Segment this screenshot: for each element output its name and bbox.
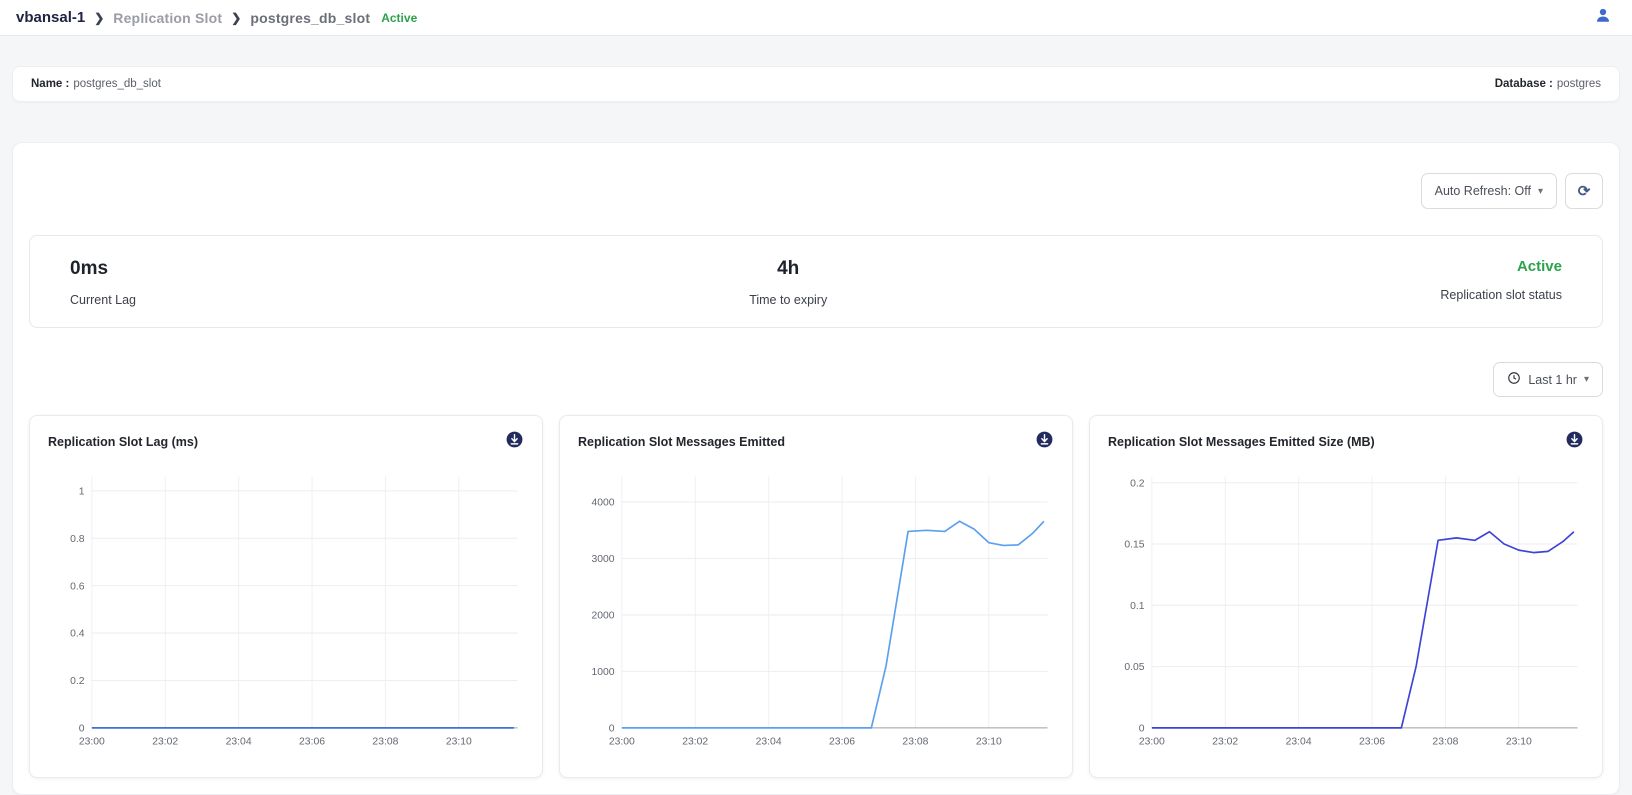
slot-info-bar: Name : postgres_db_slot Database : postgre… xyxy=(12,66,1620,102)
chart-card-messages: Replication Slot Messages Emitted 23:002… xyxy=(559,415,1073,778)
svg-text:23:06: 23:06 xyxy=(1359,736,1385,747)
svg-text:1: 1 xyxy=(79,486,85,497)
svg-text:23:10: 23:10 xyxy=(976,736,1002,747)
stat-value: Active xyxy=(1517,258,1562,275)
svg-text:0.6: 0.6 xyxy=(70,581,85,592)
top-bar: vbansal-1 ❯ Replication Slot ❯ postgres_… xyxy=(0,0,1632,36)
svg-text:0.8: 0.8 xyxy=(70,534,85,545)
svg-text:23:08: 23:08 xyxy=(902,736,928,747)
svg-text:23:10: 23:10 xyxy=(446,736,472,747)
metric-circle-icon[interactable] xyxy=(505,430,524,454)
stat-label: Replication slot status xyxy=(1440,288,1562,302)
svg-text:1000: 1000 xyxy=(591,667,614,678)
breadcrumb-replication-slot[interactable]: Replication Slot xyxy=(113,10,222,26)
svg-text:2000: 2000 xyxy=(591,611,614,622)
caret-down-icon: ▾ xyxy=(1538,186,1543,197)
stat-slot-status: Active Replication slot status xyxy=(1440,258,1562,307)
svg-text:23:06: 23:06 xyxy=(299,736,325,747)
refresh-controls: Auto Refresh: Off ▾ ⟳ xyxy=(29,173,1603,209)
svg-text:3000: 3000 xyxy=(591,554,614,565)
svg-text:23:04: 23:04 xyxy=(226,736,252,747)
chevron-right-icon: ❯ xyxy=(94,11,104,25)
stat-label: Time to expiry xyxy=(749,293,827,307)
metrics-panel: Auto Refresh: Off ▾ ⟳ 0ms Current Lag 4h… xyxy=(12,142,1620,795)
svg-text:0.2: 0.2 xyxy=(1130,478,1145,489)
svg-text:23:02: 23:02 xyxy=(152,736,178,747)
svg-text:23:00: 23:00 xyxy=(79,736,105,747)
svg-text:0.2: 0.2 xyxy=(70,676,85,687)
chevron-right-icon: ❯ xyxy=(231,11,241,25)
svg-text:23:08: 23:08 xyxy=(372,736,398,747)
svg-text:23:06: 23:06 xyxy=(829,736,855,747)
svg-text:23:08: 23:08 xyxy=(1432,736,1458,747)
metric-circle-icon[interactable] xyxy=(1035,430,1054,454)
svg-text:0.15: 0.15 xyxy=(1124,540,1144,551)
breadcrumb: vbansal-1 ❯ Replication Slot ❯ postgres_… xyxy=(16,9,417,26)
slot-name-label: Name : xyxy=(31,78,69,90)
svg-text:0.4: 0.4 xyxy=(70,629,85,640)
stat-current-lag: 0ms Current Lag xyxy=(70,258,136,307)
svg-text:23:00: 23:00 xyxy=(609,736,635,747)
stat-value: 0ms xyxy=(70,258,136,280)
svg-text:23:00: 23:00 xyxy=(1139,736,1165,747)
auto-refresh-label: Auto Refresh: Off xyxy=(1435,184,1531,198)
lag-chart: 23:00 23:02 23:04 23:06 23:08 23:10 0 0.2 0.4 0.6… xyxy=(42,460,530,763)
status-badge: Active xyxy=(381,11,417,25)
refresh-icon: ⟳ xyxy=(1578,182,1591,200)
charts-grid: Replication Slot Lag (ms) 23:0023:0223:0… xyxy=(29,415,1603,778)
user-icon xyxy=(1594,6,1612,29)
slot-name-value: postgres_db_slot xyxy=(73,78,161,90)
breadcrumb-universe[interactable]: vbansal-1 xyxy=(16,9,85,26)
metric-circle-icon[interactable] xyxy=(1565,430,1584,454)
chart-title: Replication Slot Messages Emitted Size (… xyxy=(1108,435,1375,449)
chart-title: Replication Slot Lag (ms) xyxy=(48,435,198,449)
svg-text:0: 0 xyxy=(79,724,85,735)
slot-name: Name : postgres_db_slot xyxy=(31,78,161,90)
svg-text:23:04: 23:04 xyxy=(756,736,782,747)
svg-text:23:02: 23:02 xyxy=(682,736,708,747)
stat-label: Current Lag xyxy=(70,293,136,307)
svg-text:23:10: 23:10 xyxy=(1506,736,1532,747)
chart-card-lag: Replication Slot Lag (ms) 23:0023:0223:0… xyxy=(29,415,543,778)
time-range-row: Last 1 hr ▾ xyxy=(29,362,1603,397)
slot-database-label: Database : xyxy=(1495,78,1553,90)
svg-text:4000: 4000 xyxy=(591,498,614,509)
stat-value: 4h xyxy=(777,258,799,280)
time-range-label: Last 1 hr xyxy=(1528,373,1577,387)
clock-icon xyxy=(1507,371,1521,388)
svg-text:23:02: 23:02 xyxy=(1212,736,1238,747)
svg-text:0: 0 xyxy=(1139,724,1145,735)
messages-size-chart: 23:00 23:02 23:04 23:06 23:08 23:10 0 0.05 0.1 0.… xyxy=(1102,460,1590,763)
auto-refresh-dropdown[interactable]: Auto Refresh: Off ▾ xyxy=(1421,173,1557,209)
user-menu-button[interactable] xyxy=(1590,5,1616,31)
stat-time-to-expiry: 4h Time to expiry xyxy=(749,258,827,307)
caret-down-icon: ▾ xyxy=(1584,374,1589,385)
chart-title: Replication Slot Messages Emitted xyxy=(578,435,785,449)
summary-stats: 0ms Current Lag 4h Time to expiry Active… xyxy=(29,235,1603,328)
breadcrumb-slot-name: postgres_db_slot xyxy=(250,10,370,26)
refresh-button[interactable]: ⟳ xyxy=(1565,173,1603,209)
time-range-dropdown[interactable]: Last 1 hr ▾ xyxy=(1493,362,1603,397)
svg-text:0.1: 0.1 xyxy=(1130,601,1145,612)
svg-text:23:04: 23:04 xyxy=(1286,736,1312,747)
slot-database-value: postgres xyxy=(1557,78,1601,90)
messages-emitted-chart: 23:00 23:02 23:04 23:06 23:08 23:10 0 1000 2000 3… xyxy=(572,460,1060,763)
svg-text:0.05: 0.05 xyxy=(1124,662,1144,673)
slot-database: Database : postgres xyxy=(1495,78,1601,90)
svg-text:0: 0 xyxy=(609,724,615,735)
chart-card-size: Replication Slot Messages Emitted Size (… xyxy=(1089,415,1603,778)
